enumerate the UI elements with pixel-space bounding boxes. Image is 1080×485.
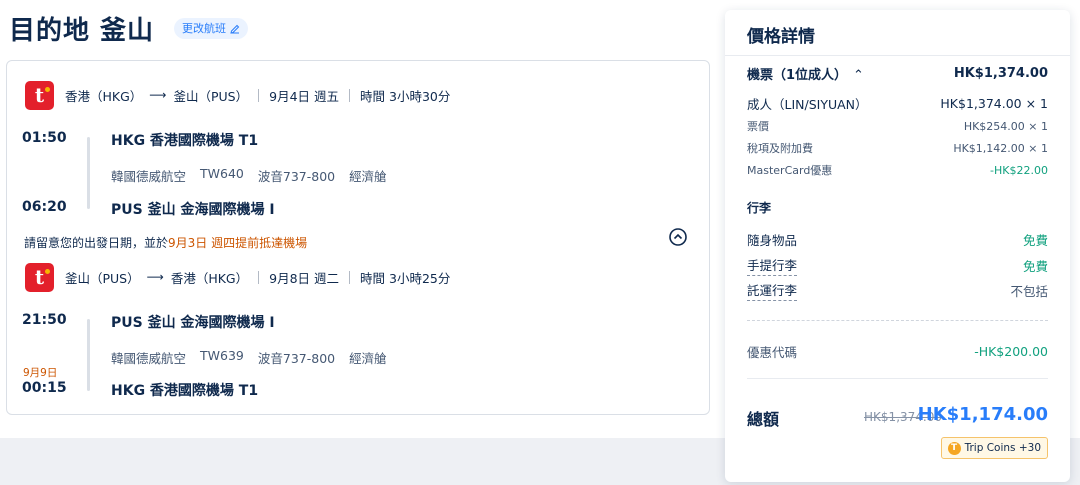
timeline — [87, 319, 90, 391]
price-title: 價格詳情 — [747, 27, 815, 47]
promo-code-row: 優惠代碼 -HK$200.00 — [747, 344, 1048, 360]
chevron-up-icon[interactable]: ⌃ — [853, 68, 864, 83]
route-to: 香港（HKG） — [170, 270, 249, 286]
route-from: 香港（HKG） — [65, 88, 143, 104]
flight-date: 9月8日 週二 — [269, 270, 340, 286]
total-price: HK$1,174.00 — [917, 404, 1048, 425]
arrival-airport: HKG 香港國際機場 T1 — [111, 383, 259, 399]
baggage-row-personal: 隨身物品 免費 — [747, 233, 1048, 248]
mastercard-row: MasterCard優惠 -HK$22.00 — [747, 163, 1048, 178]
departure-time: 01:50 — [22, 130, 67, 146]
page-title: 目的地 釜山 — [9, 16, 155, 46]
fare-row: 票價 HK$254.00 × 1 — [747, 119, 1048, 134]
route-from: 釜山（PUS） — [65, 270, 140, 286]
arrival-airport: PUS 釜山 金海國際機場 I — [111, 202, 275, 218]
baggage-title-row: 行李 — [747, 201, 772, 215]
baggage-row-carry-on[interactable]: 手提行李 免費 — [747, 255, 1048, 276]
ticket-label: 機票（1位成人） — [747, 68, 848, 83]
flight-date: 9月4日 週五 — [269, 88, 340, 104]
route-to: 釜山（PUS） — [173, 88, 249, 104]
flight-info: 韓國德威航空 TW639 波音737-800 經濟艙 — [111, 348, 387, 366]
airline-logo: t — [25, 80, 54, 110]
edit-icon — [230, 24, 240, 34]
flight-info: 韓國德威航空 TW640 波音737-800 經濟艙 — [111, 166, 387, 184]
coin-icon: T — [947, 441, 961, 455]
departure-airport: PUS 釜山 金海國際機場 I — [111, 315, 275, 331]
route: 香港（HKG） ⟶ 釜山（PUS） — [65, 86, 248, 105]
baggage-row-checked[interactable]: 託運行李 不包括 — [747, 280, 1048, 301]
arrow-right-icon: ⟶ — [146, 270, 164, 284]
arrival-date-note: 9月9日 — [23, 367, 58, 379]
arrival-time: 06:20 — [22, 199, 67, 215]
flight-duration: 時間 3小時30分 — [360, 88, 451, 104]
change-flight-button[interactable]: 更改航班 — [174, 18, 248, 39]
route: 釜山（PUS） ⟶ 香港（HKG） — [65, 268, 248, 287]
tax-row: 稅項及附加費 HK$1,142.00 × 1 — [747, 141, 1048, 156]
change-flight-label: 更改航班 — [182, 22, 226, 35]
price-details-panel: 價格詳情 機票（1位成人） ⌃ HK$1,374.00 成人（LIN/SIYUAN… — [725, 10, 1070, 482]
ticket-row[interactable]: 機票（1位成人） ⌃ HK$1,374.00 — [747, 64, 1048, 83]
departure-airport: HKG 香港國際機場 T1 — [111, 133, 259, 149]
chevron-up-icon[interactable] — [668, 227, 688, 247]
flight-card: t 香港（HKG） ⟶ 釜山（PUS） 9月4日 週五 時間 3小時30分 01… — [6, 60, 710, 415]
arrow-right-icon: ⟶ — [149, 88, 167, 102]
flight-duration: 時間 3小時25分 — [360, 270, 451, 286]
total-label: 總額 — [747, 410, 780, 429]
departure-notice: 請留意您的出發日期，並於9月3日 週四提前抵達機場 — [24, 236, 308, 250]
timeline — [87, 137, 90, 209]
airline-logo: t — [25, 262, 54, 292]
trip-coins-badge: T Trip Coins +30 — [940, 437, 1048, 459]
arrival-time: 00:15 — [22, 380, 67, 396]
departure-time: 21:50 — [22, 312, 67, 328]
adult-row: 成人（LIN/SIYUAN） HK$1,374.00 × 1 — [747, 96, 1048, 112]
ticket-total: HK$1,374.00 — [953, 66, 1048, 81]
